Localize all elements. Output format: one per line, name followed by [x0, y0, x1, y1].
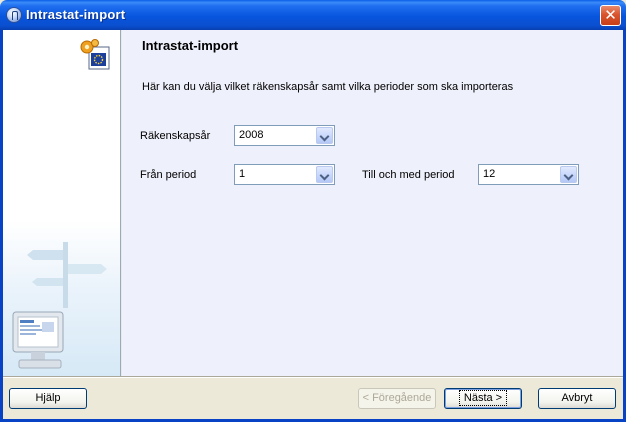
- window-title: Intrastat-import: [26, 7, 126, 22]
- chevron-down-icon[interactable]: [316, 166, 333, 183]
- wizard-content: Intrastat-import Här kan du välja vilket…: [122, 30, 623, 376]
- to-period-value: 12: [483, 168, 496, 180]
- previous-button[interactable]: < Föregående: [358, 388, 436, 409]
- wizard-sidebar: [3, 30, 121, 376]
- fiscal-year-value: 2008: [239, 129, 264, 141]
- app-icon: [6, 7, 22, 23]
- fiscal-year-label: Räkenskapsår: [140, 130, 211, 142]
- close-icon: ✕: [604, 6, 617, 24]
- cancel-button-label: Avbryt: [561, 392, 593, 404]
- from-period-select[interactable]: 1: [234, 164, 335, 185]
- previous-button-label: < Föregående: [362, 392, 432, 404]
- chevron-down-icon[interactable]: [560, 166, 577, 183]
- chevron-down-icon[interactable]: [316, 127, 333, 144]
- title-bar[interactable]: Intrastat-import ✕: [0, 0, 626, 30]
- next-button[interactable]: Nästa >: [444, 388, 522, 409]
- help-button[interactable]: Hjälp: [9, 388, 87, 409]
- close-button[interactable]: ✕: [600, 5, 621, 26]
- signpost-illustration: [27, 242, 107, 308]
- footer-separator: [3, 376, 623, 378]
- next-button-label: Nästa >: [458, 390, 508, 406]
- to-period-label: Till och med period: [362, 169, 455, 181]
- import-wizard-icon: [80, 39, 110, 70]
- page-description: Här kan du välja vilket räkenskapsår sam…: [142, 81, 514, 93]
- cancel-button[interactable]: Avbryt: [538, 388, 616, 409]
- help-button-label: Hjälp: [35, 392, 61, 404]
- to-period-select[interactable]: 12: [478, 164, 579, 185]
- computer-illustration: [12, 311, 64, 369]
- from-period-value: 1: [239, 168, 246, 180]
- from-period-label: Från period: [140, 169, 197, 181]
- fiscal-year-select[interactable]: 2008: [234, 125, 335, 146]
- page-title: Intrastat-import: [142, 38, 239, 53]
